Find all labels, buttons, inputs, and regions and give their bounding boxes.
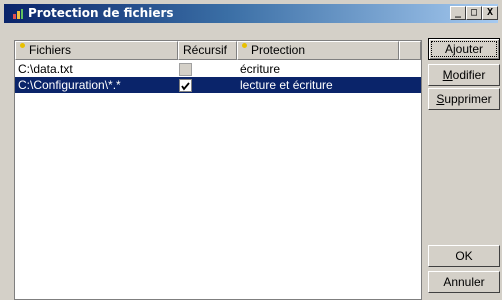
file-cell: C:\data.txt	[18, 62, 73, 76]
close-button[interactable]: X	[482, 6, 498, 20]
checkmark-icon	[181, 82, 190, 91]
file-protection-window: Protection de fichiers _ □ X Fichiers Ré…	[0, 0, 502, 300]
ok-button[interactable]: OK	[428, 245, 500, 267]
delete-button[interactable]: Supprimer	[428, 88, 500, 110]
window-title: Protection de fichiers	[28, 6, 174, 20]
table-row[interactable]: C:\data.txt écriture	[15, 61, 421, 77]
sort-indicator-icon	[242, 43, 247, 48]
recursive-checkbox[interactable]	[179, 63, 192, 76]
table-row[interactable]: C:\Configuration\*.* lecture et écriture	[15, 77, 421, 93]
add-button[interactable]: Ajouter	[428, 38, 500, 60]
protection-cell: lecture et écriture	[240, 78, 333, 92]
minimize-button[interactable]: _	[450, 6, 466, 20]
recursive-checkbox[interactable]	[179, 79, 192, 92]
title-bar[interactable]: Protection de fichiers _ □ X	[4, 4, 498, 23]
column-label: Protection	[251, 43, 306, 57]
protection-cell: écriture	[240, 62, 281, 76]
button-label-part: upprimer	[444, 92, 492, 106]
button-label-part: odifier	[452, 68, 486, 82]
column-label: Fichiers	[29, 43, 72, 57]
button-label-part: A	[444, 42, 453, 56]
column-header-files[interactable]: Fichiers	[15, 41, 178, 60]
sort-indicator-icon	[20, 43, 25, 48]
column-header-recursive[interactable]: Récursif	[178, 41, 237, 60]
column-header-protection[interactable]: Protection	[237, 41, 399, 60]
app-icon	[13, 9, 23, 19]
button-label-part: outer	[455, 42, 484, 56]
column-header-filler	[399, 41, 421, 60]
list-header: Fichiers Récursif Protection	[15, 41, 421, 60]
cancel-button[interactable]: Annuler	[428, 271, 500, 293]
file-list[interactable]: Fichiers Récursif Protection C:\data.txt…	[14, 40, 422, 300]
file-cell: C:\Configuration\*.*	[18, 78, 121, 92]
modify-button[interactable]: Modifier	[428, 64, 500, 86]
maximize-button[interactable]: □	[466, 6, 482, 20]
button-mnemonic: M	[442, 68, 453, 82]
column-label: Récursif	[183, 43, 228, 57]
